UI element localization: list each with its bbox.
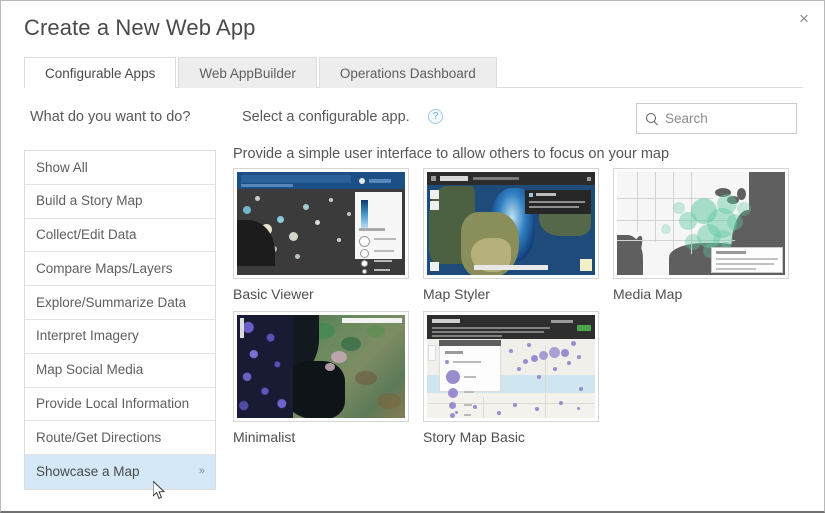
sidebar-item-interpret-imagery[interactable]: Interpret Imagery bbox=[25, 320, 215, 354]
search-box[interactable] bbox=[636, 103, 797, 134]
sidebar-item-collect-edit-data[interactable]: Collect/Edit Data bbox=[25, 219, 215, 253]
page-title: Create a New Web App bbox=[24, 15, 256, 40]
app-card-label: Story Map Basic bbox=[423, 429, 525, 445]
sidebar-item-map-social-media[interactable]: Map Social Media bbox=[25, 354, 215, 388]
sidebar-item-provide-local-information[interactable]: Provide Local Information bbox=[25, 388, 215, 422]
sidebar-item-show-all[interactable]: Show All bbox=[25, 151, 215, 185]
close-icon[interactable]: × bbox=[793, 7, 815, 29]
main-heading-label: Select a configurable app. bbox=[242, 109, 410, 125]
sidebar-item-label: Explore/Summarize Data bbox=[36, 294, 187, 310]
sidebar-item-label: Compare Maps/Layers bbox=[36, 260, 173, 276]
tab-web-appbuilder[interactable]: Web AppBuilder bbox=[178, 57, 317, 88]
category-sidebar: Show All Build a Story Map Collect/Edit … bbox=[24, 150, 216, 490]
app-card-label: Map Styler bbox=[423, 286, 490, 302]
sidebar-item-compare-maps-layers[interactable]: Compare Maps/Layers bbox=[25, 252, 215, 287]
sidebar-item-showcase-a-map[interactable]: Showcase a Map » bbox=[25, 455, 215, 489]
sidebar-item-build-a-story-map[interactable]: Build a Story Map bbox=[25, 185, 215, 219]
search-input[interactable] bbox=[663, 110, 788, 127]
create-web-app-dialog: × Create a New Web App Configurable Apps… bbox=[0, 0, 825, 513]
app-card-minimalist[interactable]: Minimalist bbox=[233, 311, 423, 445]
sidebar-item-label: Collect/Edit Data bbox=[36, 227, 137, 243]
sidebar-item-label: Build a Story Map bbox=[36, 193, 143, 209]
app-card-map-styler[interactable]: Map Styler bbox=[423, 168, 613, 302]
search-icon bbox=[645, 112, 659, 126]
help-icon[interactable]: ? bbox=[428, 109, 443, 124]
app-card-story-map-basic[interactable]: Story Map Basic bbox=[423, 311, 613, 445]
tab-operations-dashboard[interactable]: Operations Dashboard bbox=[318, 57, 497, 88]
sidebar-item-label: Map Social Media bbox=[36, 362, 144, 378]
app-thumbnail-media-map bbox=[613, 168, 789, 279]
sidebar-item-label: Interpret Imagery bbox=[36, 328, 139, 344]
sidebar-item-explore-summarize-data[interactable]: Explore/Summarize Data bbox=[25, 286, 215, 320]
app-card-media-map[interactable]: Media Map bbox=[613, 168, 803, 302]
sidebar-item-label: Route/Get Directions bbox=[36, 429, 162, 445]
sidebar-item-label: Showcase a Map bbox=[36, 464, 140, 480]
app-card-label: Media Map bbox=[613, 286, 683, 302]
sidebar-item-label: Provide Local Information bbox=[36, 396, 190, 412]
app-thumbnail-basic-viewer bbox=[233, 168, 409, 279]
app-card-label: Basic Viewer bbox=[233, 286, 314, 302]
app-thumbnail-minimalist bbox=[233, 311, 409, 422]
sidebar-item-label: Show All bbox=[36, 159, 88, 175]
chevron-right-icon: » bbox=[198, 465, 205, 478]
app-thumbnail-map-styler bbox=[423, 168, 599, 279]
sidebar-item-route-get-directions[interactable]: Route/Get Directions bbox=[25, 421, 215, 456]
app-card-basic-viewer[interactable]: Basic Viewer bbox=[233, 168, 423, 302]
app-card-grid: Basic Viewer Map Styler Media Map Minima… bbox=[233, 168, 813, 454]
app-card-label: Minimalist bbox=[233, 429, 296, 445]
sidebar-heading: What do you want to do? bbox=[30, 109, 191, 125]
tab-configurable-apps[interactable]: Configurable Apps bbox=[24, 57, 177, 88]
category-description: Provide a simple user interface to allow… bbox=[233, 146, 670, 162]
tab-bar: Configurable Apps Web AppBuilder Operati… bbox=[24, 55, 803, 88]
app-thumbnail-story-map-basic bbox=[423, 311, 599, 422]
